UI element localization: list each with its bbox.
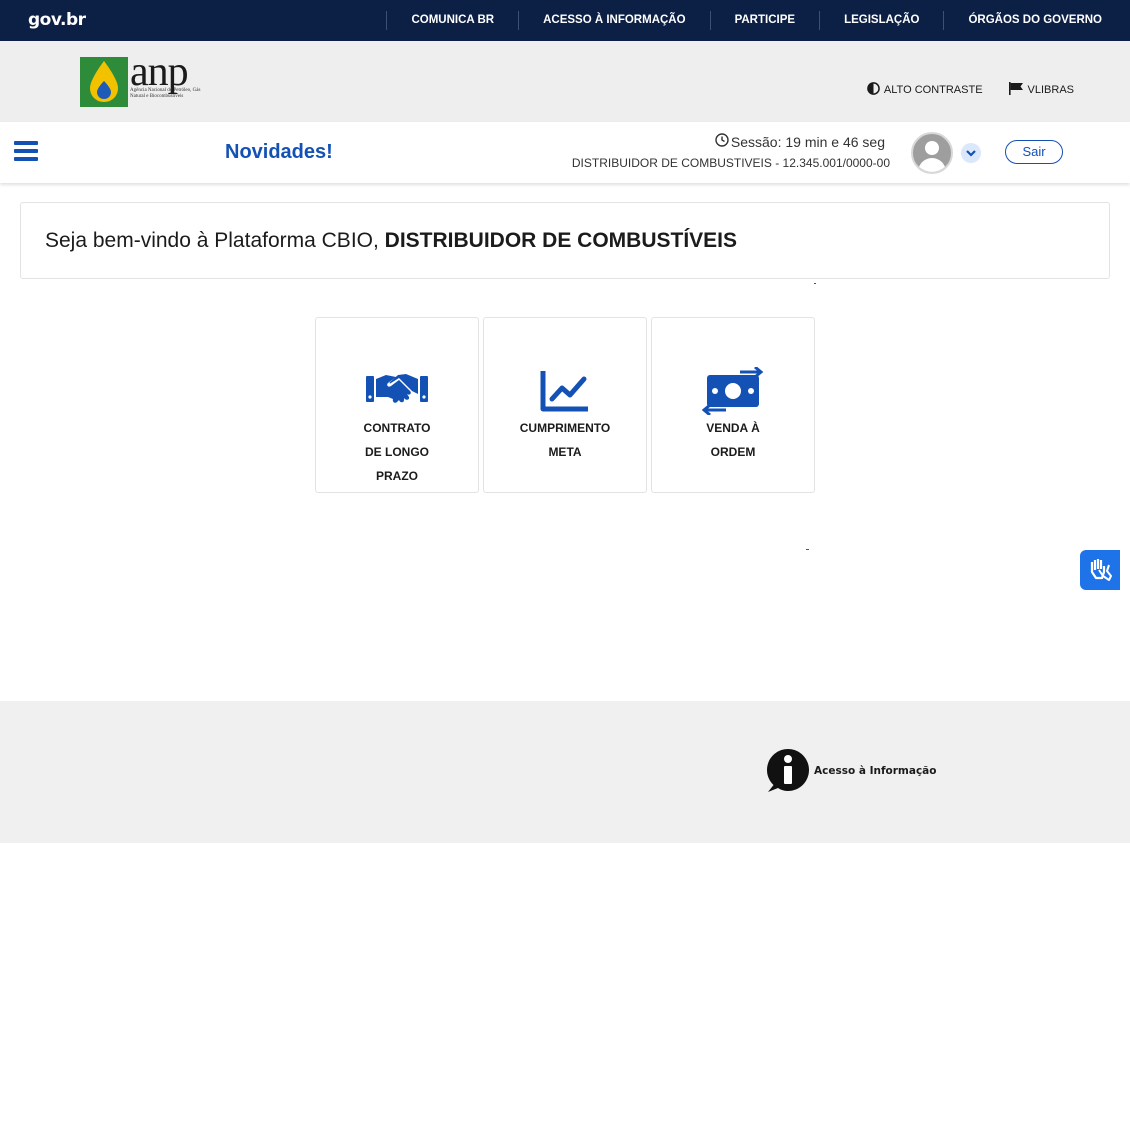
- govbr-nav: COMUNICA BR ACESSO À INFORMAÇÃO PARTICIP…: [386, 0, 1130, 41]
- anp-logo-emblem: [80, 57, 128, 107]
- nav-orgaos-governo[interactable]: ÓRGÃOS DO GOVERNO: [943, 11, 1130, 30]
- app-bar: Novidades! Sessão: 19 min e 46 seg DISTR…: [0, 122, 1130, 183]
- vlibras-widget-button[interactable]: [1080, 550, 1120, 590]
- company-identifier: DISTRIBUIDOR DE COMBUSTIVEIS - 12.345.00…: [571, 156, 890, 170]
- high-contrast-label: ALTO CONTRASTE: [883, 84, 983, 96]
- tile-label: VENDA À ORDEM: [706, 421, 760, 459]
- flag-icon: [1008, 82, 1024, 98]
- acesso-informacao-label: Acesso à Informação: [814, 764, 937, 777]
- line-chart-icon: [540, 371, 588, 412]
- welcome-text: Seja bem-vindo à Plataforma CBIO,: [45, 229, 379, 252]
- stray-mark: [814, 283, 816, 284]
- handshake-icon: [366, 374, 428, 403]
- money-exchange-icon: [702, 367, 764, 415]
- tile-label: CONTRATO DE LONGO PRAZO: [363, 421, 431, 483]
- session-text: Sessão: 19 min e 46 seg: [730, 133, 885, 150]
- contrast-icon: [867, 82, 880, 98]
- vlibras-button[interactable]: VLIBRAS: [1008, 82, 1074, 98]
- tile-cumprimento-meta[interactable]: CUMPRIMENTO META: [483, 317, 647, 493]
- hamburger-menu-icon[interactable]: [14, 141, 38, 163]
- info-icon: [767, 749, 809, 792]
- high-contrast-button[interactable]: ALTO CONTRASTE: [867, 82, 983, 98]
- anp-logo-subtitle: Agência Nacional do Petróleo, Gás Natura…: [130, 88, 201, 99]
- tile-contrato-longo-prazo[interactable]: CONTRATO DE LONGO PRAZO: [315, 317, 479, 493]
- user-avatar[interactable]: [911, 132, 953, 174]
- footer: Acesso à Informação: [0, 701, 1130, 843]
- accessibility-tools: ALTO CONTRASTE VLIBRAS: [867, 82, 1074, 98]
- govbr-logo[interactable]: gov.br: [28, 10, 86, 30]
- welcome-card: Seja bem-vindo à Plataforma CBIO, DISTRI…: [20, 202, 1110, 279]
- site-header: anp Agência Nacional do Petróleo, Gás Na…: [0, 41, 1130, 122]
- nav-participe[interactable]: PARTICIPE: [709, 11, 820, 30]
- acesso-informacao-link[interactable]: Acesso à Informação: [766, 748, 936, 794]
- vlibras-label: VLIBRAS: [1027, 84, 1074, 96]
- welcome-company-name: DISTRIBUIDOR DE COMBUSTÍVEIS: [384, 229, 738, 252]
- sign-language-hands-icon: [1090, 559, 1112, 581]
- nav-acesso-informacao[interactable]: ACESSO À INFORMAÇÃO: [518, 11, 709, 30]
- chevron-down-icon[interactable]: [961, 143, 981, 163]
- nav-legislacao[interactable]: LEGISLAÇÃO: [819, 11, 943, 30]
- stray-mark: [806, 549, 809, 550]
- govbr-top-bar: gov.br COMUNICA BR ACESSO À INFORMAÇÃO P…: [0, 0, 1130, 41]
- session-timer: Sessão: 19 min e 46 seg: [715, 133, 885, 150]
- logout-button[interactable]: Sair: [1005, 140, 1063, 164]
- nav-comunica-br[interactable]: COMUNICA BR: [386, 11, 518, 30]
- tile-label: CUMPRIMENTO META: [519, 421, 611, 459]
- anp-logo[interactable]: anp Agência Nacional do Petróleo, Gás Na…: [80, 49, 204, 109]
- novidades-link[interactable]: Novidades!: [225, 141, 333, 164]
- tile-venda-ordem[interactable]: VENDA À ORDEM: [651, 317, 815, 493]
- clock-icon: [715, 133, 729, 150]
- feature-tiles: CONTRATO DE LONGO PRAZO CUMPRIMENTO META…: [315, 317, 815, 493]
